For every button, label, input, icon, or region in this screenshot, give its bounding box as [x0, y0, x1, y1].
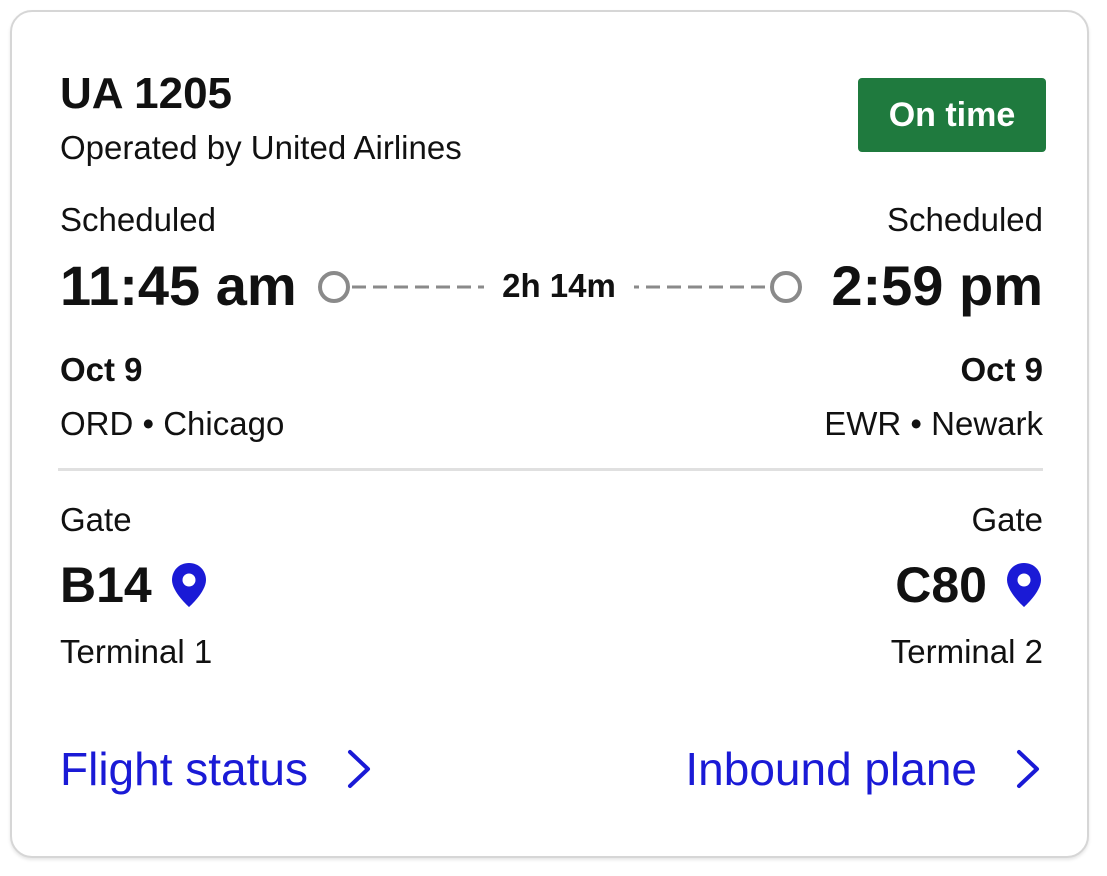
departure-time: 11:45 am — [60, 254, 297, 317]
flight-duration: 2h 14m — [484, 266, 634, 306]
departure-airport: ORD • Chicago — [60, 405, 285, 442]
operator-text: Operated by United Airlines — [60, 129, 462, 166]
flight-status-link-label: Flight status — [60, 743, 308, 795]
flight-card: UA 1205 Operated by United Airlines On t… — [10, 10, 1089, 858]
arrival-date: Oct 9 — [960, 351, 1043, 388]
origin-dot-icon — [318, 271, 350, 303]
divider — [58, 468, 1043, 471]
arrival-terminal: Terminal 2 — [890, 633, 1043, 670]
arrival-scheduled-label: Scheduled — [887, 201, 1043, 238]
departure-terminal: Terminal 1 — [60, 633, 213, 670]
departure-date: Oct 9 — [60, 351, 143, 388]
arrival-time: 2:59 pm — [831, 254, 1043, 317]
flight-number: UA 1205 — [60, 69, 233, 118]
status-badge: On time — [858, 78, 1046, 152]
arrival-gate: C80 — [895, 557, 987, 613]
chevron-right-icon — [348, 750, 370, 788]
departure-gate-label: Gate — [60, 501, 132, 538]
departure-scheduled-label: Scheduled — [60, 201, 216, 238]
flight-status-link[interactable]: Flight status — [60, 742, 374, 796]
arrival-gate-label: Gate — [971, 501, 1043, 538]
map-pin-icon[interactable] — [170, 561, 208, 609]
chevron-right-icon — [1017, 750, 1039, 788]
departure-gate: B14 — [60, 557, 152, 613]
inbound-plane-link[interactable]: Inbound plane — [685, 742, 1043, 796]
arrival-gate-row: C80 — [895, 556, 1043, 614]
departure-gate-row: B14 — [60, 556, 208, 614]
destination-dot-icon — [770, 271, 802, 303]
inbound-plane-link-label: Inbound plane — [685, 743, 977, 795]
arrival-airport: EWR • Newark — [824, 405, 1043, 442]
map-pin-icon[interactable] — [1005, 561, 1043, 609]
